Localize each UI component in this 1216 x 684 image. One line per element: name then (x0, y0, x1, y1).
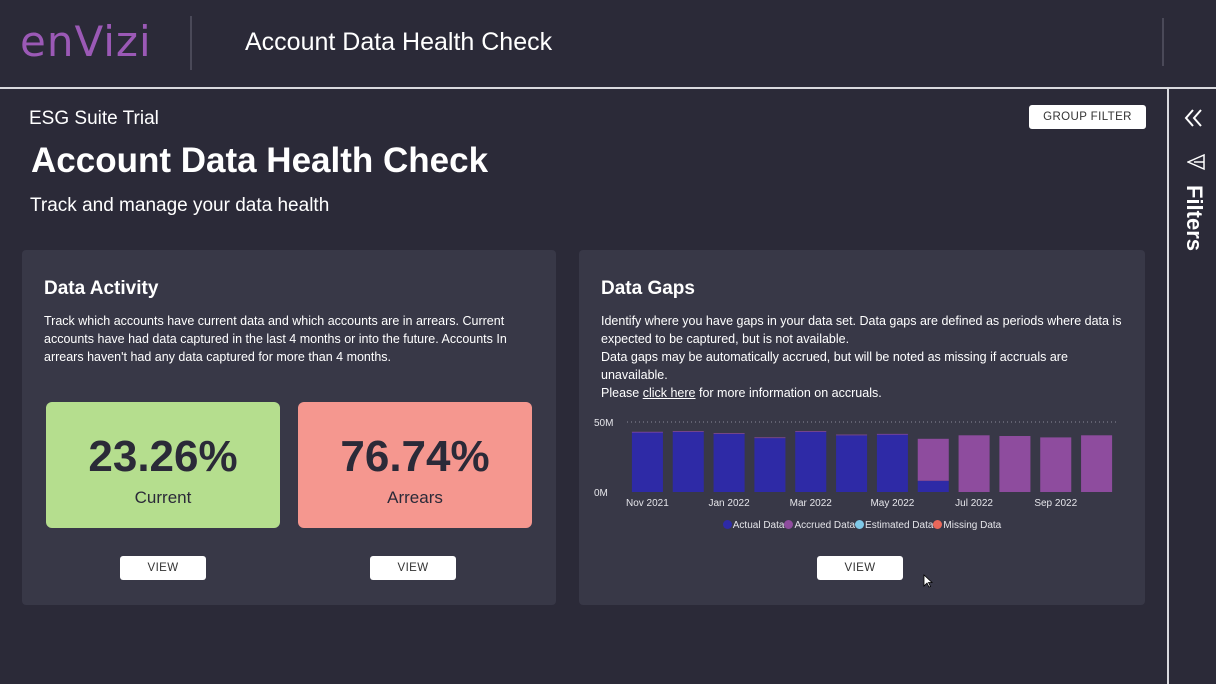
data-gaps-desc-line2: Data gaps may be automatically accrued, … (601, 350, 1068, 382)
bar-accrued-data (1040, 437, 1072, 492)
y-tick-label: 50M (594, 418, 613, 429)
bar-accrued-data (876, 433, 908, 435)
bar-accrued-data (999, 436, 1031, 492)
bar-actual-data (672, 431, 704, 492)
legend-item[interactable]: Missing Data (933, 520, 1001, 531)
bar-actual-data (713, 433, 745, 492)
environment-name: ESG Suite Trial (29, 108, 159, 129)
desc-prefix: Please (601, 386, 643, 400)
data-activity-description: Track which accounts have current data a… (44, 314, 507, 364)
arrears-percentage: 76.74% (340, 432, 490, 481)
group-filter-button[interactable]: GROUP FILTER (1029, 105, 1146, 129)
data-activity-card: Data Activity Track which accounts have … (22, 250, 556, 605)
top-bar: enVizi Account Data Health Check (0, 0, 1216, 89)
x-tick-label: May 2022 (870, 498, 914, 509)
page-subtitle: Track and manage your data health (30, 195, 330, 216)
legend-item[interactable]: Accrued Data (784, 520, 855, 531)
funnel-icon (1187, 153, 1205, 171)
arrears-kpi-tile: 76.74% Arrears (298, 402, 532, 528)
legend-label: Missing Data (943, 520, 1002, 531)
bar-actual-data (754, 438, 786, 492)
bar-actual-data (836, 435, 868, 492)
legend-label: Accrued Data (794, 520, 856, 531)
current-percentage: 23.26% (88, 432, 238, 481)
bar-accrued-data (754, 437, 786, 439)
chart-legend: Actual Data Accrued Data Estimated Data Mis… (579, 520, 1145, 531)
view-current-button[interactable]: VIEW (120, 556, 206, 580)
legend-dot (722, 520, 732, 529)
app-title: Account Data Health Check (245, 28, 553, 56)
data-gaps-description: Identify where you have gaps in your dat… (601, 312, 1131, 402)
arrears-label: Arrears (387, 488, 443, 507)
x-tick-label: Mar 2022 (790, 498, 833, 509)
bar-actual-data (631, 432, 663, 492)
header-divider-right (1162, 18, 1164, 66)
legend-item[interactable]: Actual Data (722, 520, 785, 531)
legend-dot (933, 520, 943, 529)
bar-accrued-data (836, 434, 868, 436)
current-kpi-tile: 23.26% Current (46, 402, 280, 528)
desc-suffix: for more information on accruals. (695, 386, 882, 400)
mouse-cursor-icon (923, 574, 933, 588)
current-label: Current (134, 488, 192, 507)
view-arrears-button[interactable]: VIEW (370, 556, 456, 580)
y-tick-label: 0M (594, 488, 608, 499)
envizi-logo: enVizi (20, 17, 152, 66)
bar-accrued-data (631, 431, 663, 433)
header-divider (190, 16, 192, 70)
data-gaps-desc-line1: Identify where you have gaps in your dat… (601, 314, 1122, 346)
data-gaps-title: Data Gaps (601, 278, 695, 299)
x-tick-label: Jan 2022 (709, 498, 751, 509)
bar-actual-data (795, 431, 827, 492)
legend-dot (855, 520, 865, 529)
x-tick-label: Jul 2022 (955, 498, 993, 509)
bar-actual-data (917, 480, 949, 492)
bar-accrued-data (795, 431, 827, 432)
x-tick-label: Nov 2021 (626, 498, 669, 509)
x-tick-label: Sep 2022 (1034, 498, 1077, 509)
data-gaps-desc-line3: Please click here for more information o… (601, 384, 1131, 402)
bar-accrued-data (672, 431, 704, 432)
bar-accrued-data (958, 435, 990, 492)
bar-actual-data (876, 434, 908, 492)
legend-label: Estimated Data (865, 520, 934, 531)
legend-dot (784, 520, 794, 529)
view-data-gaps-button[interactable]: VIEW (817, 556, 903, 580)
page-title: Account Data Health Check (31, 141, 489, 180)
filters-pane[interactable]: Filters (1167, 89, 1216, 684)
double-chevron-left-icon[interactable] (1183, 107, 1205, 129)
bar-accrued-data (1081, 435, 1113, 492)
accruals-info-link[interactable]: click here (643, 386, 696, 400)
data-gaps-card: Data Gaps Identify where you have gaps i… (579, 250, 1145, 605)
legend-item[interactable]: Estimated Data (855, 520, 933, 531)
bar-accrued-data (917, 438, 949, 481)
data-activity-title: Data Activity (44, 278, 159, 299)
filters-label[interactable]: Filters (1181, 185, 1207, 255)
bar-accrued-data (713, 433, 745, 434)
legend-label: Actual Data (732, 520, 785, 531)
